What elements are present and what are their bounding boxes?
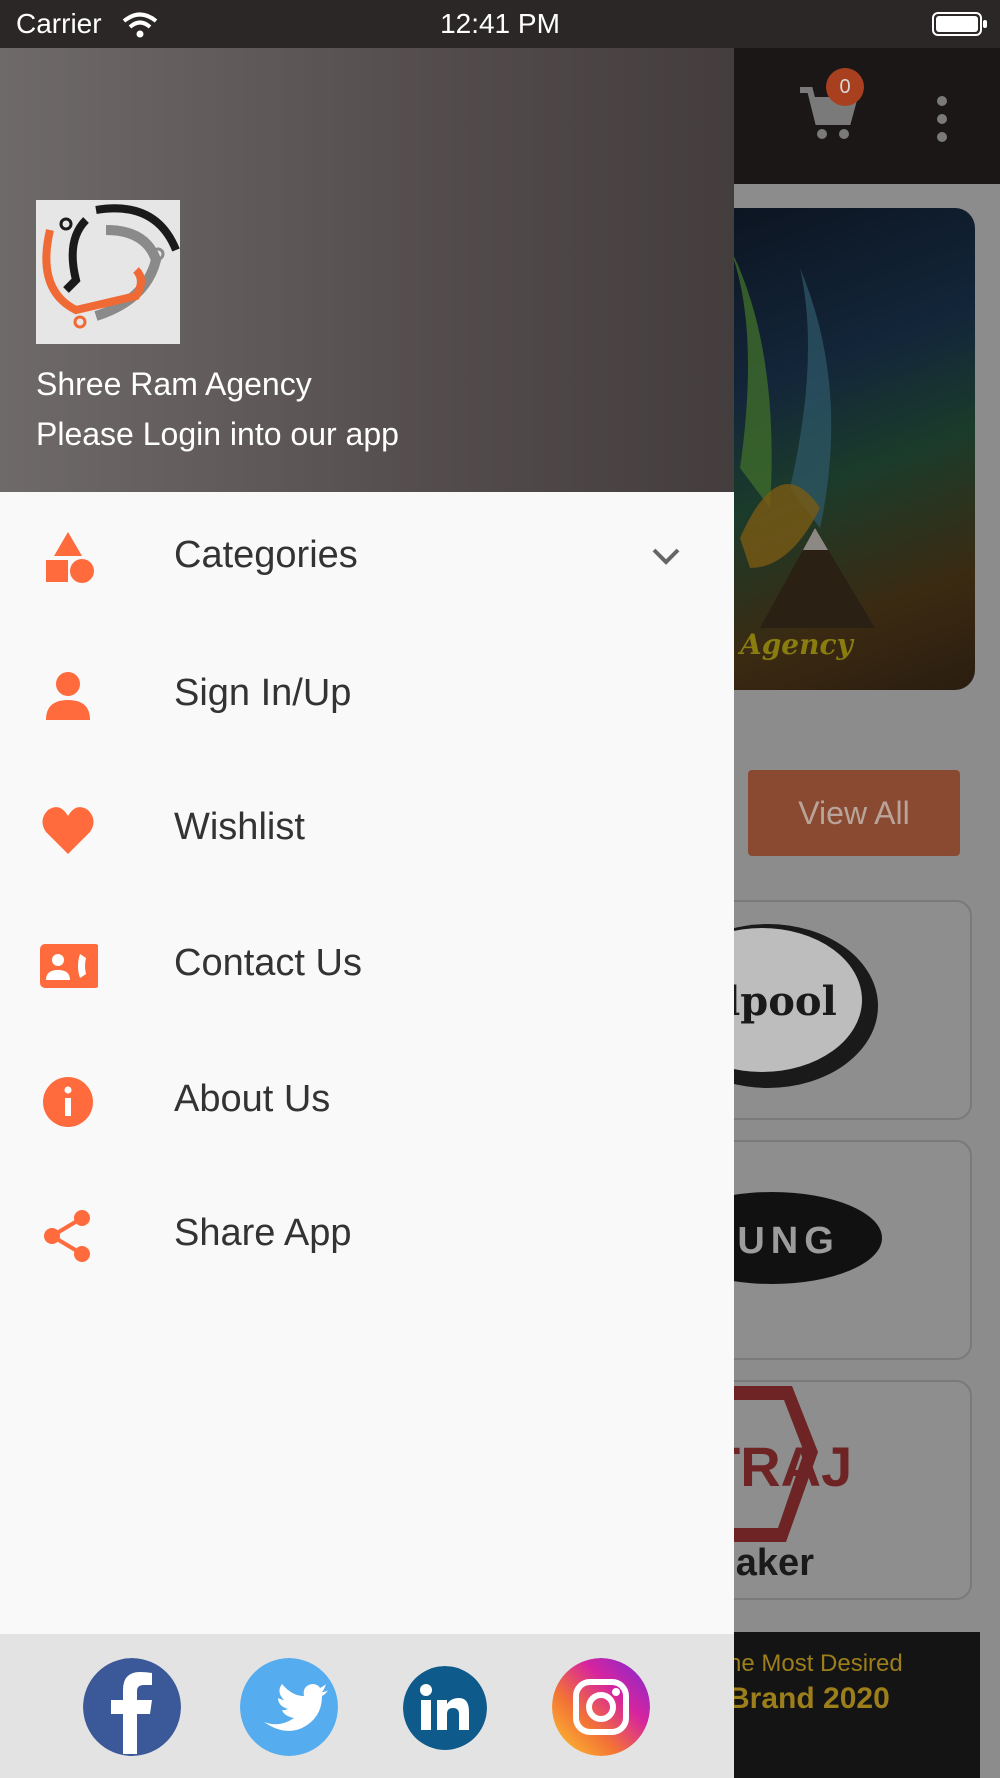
logo-mark: [42, 204, 180, 329]
agency-logo: [36, 200, 180, 344]
menu-label: About Us: [174, 1078, 331, 1120]
heart-icon: [42, 807, 94, 854]
battery-icon: [932, 12, 987, 36]
categories-icon: [46, 532, 94, 583]
bottom-banner-line1: he Most Desired: [728, 1650, 903, 1677]
menu-label: Contact Us: [174, 942, 362, 984]
menu-item-contact-us[interactable]: Contact Us: [0, 902, 734, 1036]
menu-item-share-app[interactable]: Share App: [0, 1172, 734, 1306]
share-icon: [44, 1210, 90, 1262]
twitter-icon[interactable]: [240, 1658, 338, 1756]
drawer-header: Shree Ram Agency Please Login into our a…: [0, 48, 734, 492]
banner-caption: Agency: [740, 628, 853, 661]
menu-item-categories[interactable]: Categories: [0, 494, 734, 628]
view-all-button[interactable]: View All: [748, 770, 960, 856]
more-options-icon[interactable]: [932, 94, 952, 144]
menu-item-wishlist[interactable]: Wishlist: [0, 766, 734, 900]
bottom-promo-banner[interactable]: he Most Desired Brand 2020: [700, 1632, 980, 1778]
facebook-icon[interactable]: [83, 1658, 181, 1756]
linkedin-icon[interactable]: [403, 1666, 487, 1750]
menu-label: Wishlist: [174, 806, 305, 848]
cart-badge: 0: [826, 68, 864, 106]
promo-banner[interactable]: [700, 208, 975, 690]
contact-card-icon: [40, 944, 98, 988]
menu-label: Share App: [174, 1212, 352, 1254]
brand-card[interactable]: SUNG: [700, 1140, 972, 1360]
info-icon: [43, 1077, 93, 1127]
instagram-icon[interactable]: [552, 1658, 650, 1756]
menu-item-sign-in[interactable]: Sign In/Up: [0, 632, 734, 766]
clock: 12:41 PM: [440, 8, 560, 39]
login-prompt: Please Login into our app: [36, 416, 399, 452]
agency-name: Shree Ram Agency: [36, 366, 312, 402]
social-links-bar: [0, 1634, 734, 1778]
brand-card[interactable]: TRAJ maker: [700, 1380, 972, 1600]
navigation-drawer: Shree Ram Agency Please Login into our a…: [0, 48, 734, 1778]
aurora-illustration: [730, 248, 875, 628]
person-icon: [46, 672, 90, 720]
status-bar: Carrier 12:41 PM: [0, 0, 1000, 48]
menu-label: Categories: [174, 534, 358, 576]
menu-item-about-us[interactable]: About Us: [0, 1038, 734, 1172]
bottom-banner-line2: Brand 2020: [728, 1682, 890, 1715]
chevron-down-icon[interactable]: [648, 544, 684, 568]
brand-card[interactable]: rlpool: [700, 900, 972, 1120]
menu-label: Sign In/Up: [174, 672, 352, 714]
